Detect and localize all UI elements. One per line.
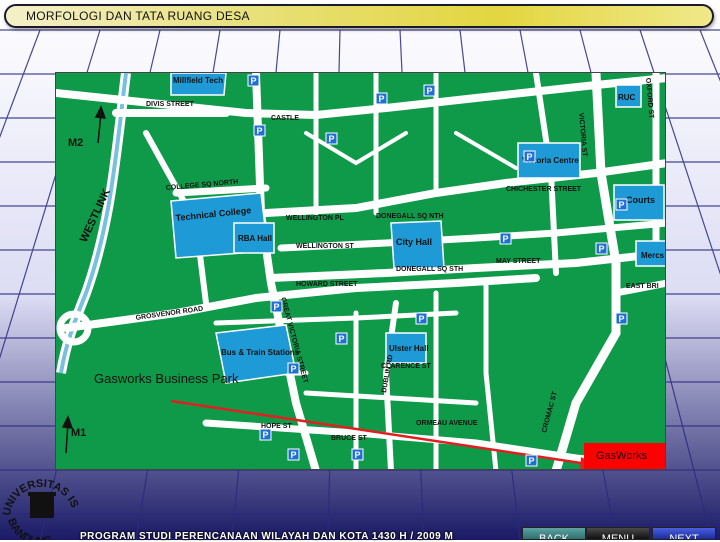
gasworks-label: GasWorks bbox=[596, 450, 648, 462]
street-wellington-pl: WELLINGTON PL bbox=[286, 215, 345, 222]
street-m2: M2 bbox=[68, 137, 83, 149]
street-castle: CASTLE bbox=[271, 115, 299, 122]
parking-label: P bbox=[291, 364, 297, 374]
street-ormeau: ORMEAU AVENUE bbox=[416, 420, 478, 427]
parking-label: P bbox=[619, 200, 625, 210]
street-divis: DIVIS STREET bbox=[146, 101, 195, 108]
street-donegall-sq-nth: DONEGALL SQ NTH bbox=[376, 213, 444, 220]
city-map: GasWorks Millfield Tech Technical Colleg… bbox=[55, 72, 666, 470]
slide-title-bar: MORFOLOGI DAN TATA RUANG DESA bbox=[4, 4, 714, 28]
footer-text: PROGRAM STUDI PERENCANAAN WILAYAH DAN KO… bbox=[80, 531, 454, 542]
parking-label: P bbox=[291, 450, 297, 460]
street-may: MAY STREET bbox=[496, 258, 541, 265]
street-howard: HOWARD STREET bbox=[296, 281, 358, 288]
label-mercs: Mercs bbox=[641, 251, 665, 260]
parking-label: P bbox=[419, 314, 425, 324]
parking-label: P bbox=[263, 430, 269, 440]
parking-label: P bbox=[339, 334, 345, 344]
label-gasworks-park: Gasworks Business Park bbox=[94, 371, 239, 386]
back-button[interactable]: BACK bbox=[522, 527, 586, 540]
street-chichester: CHICHESTER STREET bbox=[506, 186, 582, 193]
street-wellington-st: WELLINGTON ST bbox=[296, 243, 355, 250]
parking-label: P bbox=[329, 134, 335, 144]
street-m1: M1 bbox=[71, 427, 86, 439]
parking-label: P bbox=[355, 450, 361, 460]
parking-label: P bbox=[529, 456, 535, 466]
parking-label: P bbox=[619, 314, 625, 324]
street-east-bridge: EAST BRI bbox=[626, 283, 659, 290]
next-button[interactable]: NEXT bbox=[652, 527, 716, 540]
university-logo: UNIVERSITAS ISLAM BANDUNG bbox=[0, 468, 80, 540]
parking-label: P bbox=[257, 126, 263, 136]
parking-label: P bbox=[274, 302, 280, 312]
parking-label: P bbox=[503, 234, 509, 244]
label-courts: Courts bbox=[626, 195, 655, 205]
street-donegall-sq-sth: DONEGALL SQ STH bbox=[396, 266, 463, 273]
street-clarence: CLARENCE ST bbox=[381, 363, 432, 370]
label-millfield-tech: Millfield Tech bbox=[173, 76, 223, 85]
label-ruc: RUC bbox=[618, 93, 636, 102]
label-bus-train: Bus & Train Stations bbox=[221, 348, 300, 357]
slide-title: MORFOLOGI DAN TATA RUANG DESA bbox=[26, 9, 250, 23]
svg-text:BANDUNG: BANDUNG bbox=[5, 517, 54, 540]
label-city-hall: City Hall bbox=[396, 237, 432, 247]
parking-label: P bbox=[251, 76, 257, 86]
parking-label: P bbox=[427, 86, 433, 96]
menu-button[interactable]: MENU bbox=[586, 527, 650, 540]
parking-label: P bbox=[527, 152, 533, 162]
label-ulster-hall: Ulster Hall bbox=[389, 344, 429, 353]
parking-label: P bbox=[379, 94, 385, 104]
parking-label: P bbox=[599, 244, 605, 254]
street-bruce: BRUCE ST bbox=[331, 435, 368, 442]
label-rba-hall: RBA Hall bbox=[238, 234, 272, 243]
